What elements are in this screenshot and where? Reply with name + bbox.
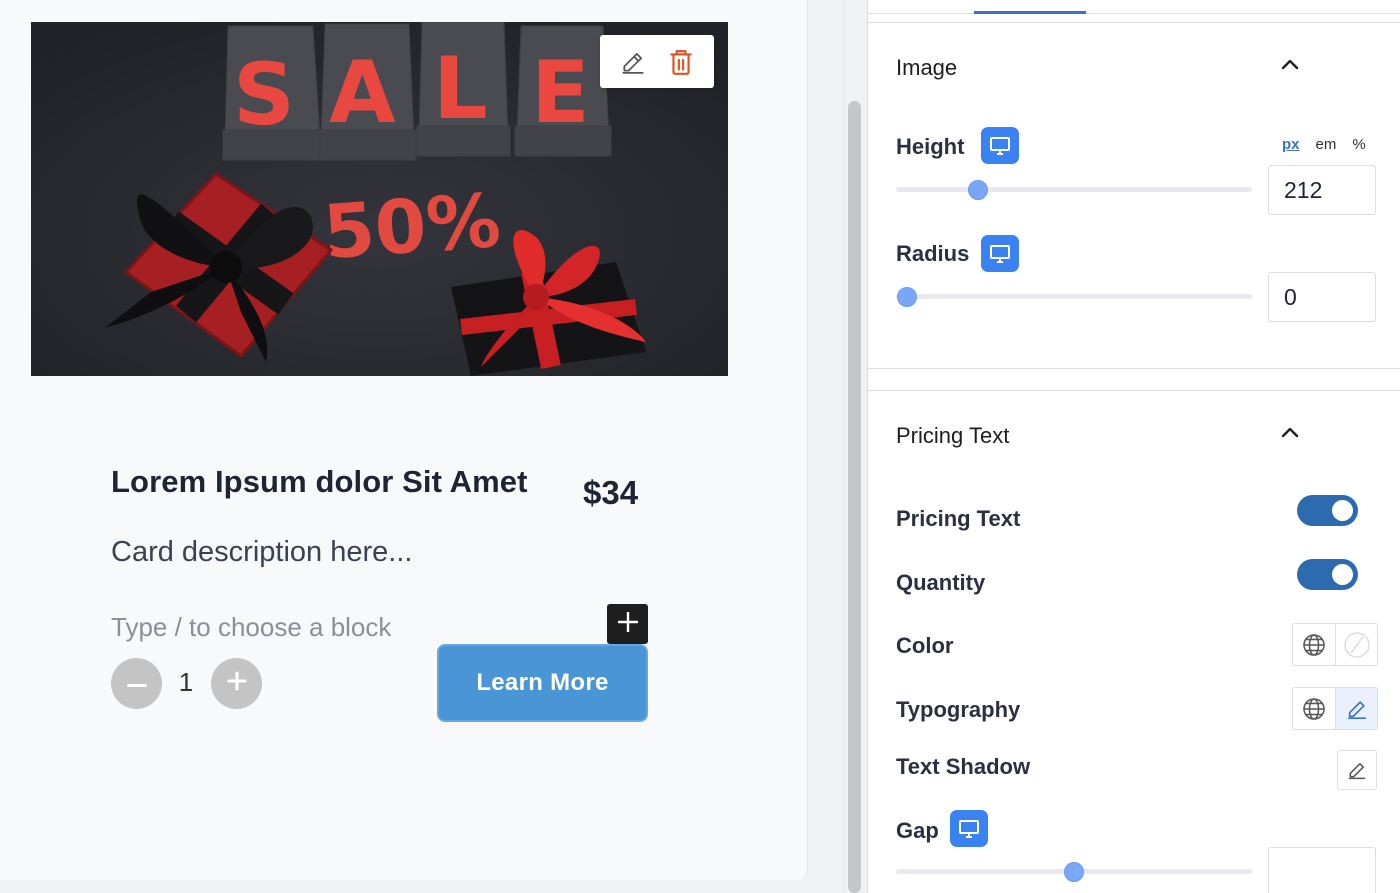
no-color-icon[interactable] (1335, 624, 1377, 665)
canvas-scrollbar[interactable] (848, 101, 861, 893)
unit-em[interactable]: em (1316, 136, 1337, 153)
quantity-increase-button[interactable] (211, 658, 262, 709)
svg-text:E: E (531, 43, 590, 143)
height-slider-thumb[interactable] (967, 180, 988, 200)
color-controls (1292, 623, 1378, 666)
panel-divider (868, 368, 1400, 369)
card-price[interactable]: $34 (583, 474, 638, 512)
pencil-icon[interactable] (1337, 750, 1377, 790)
gap-label: Gap (896, 818, 939, 843)
gap-slider-thumb[interactable] (1064, 862, 1084, 882)
gap-input[interactable] (1268, 847, 1376, 893)
pencil-icon[interactable] (1335, 688, 1377, 729)
image-toolbar (600, 35, 714, 88)
radius-slider-thumb[interactable] (896, 287, 917, 307)
svg-text:S: S (233, 45, 295, 145)
card-description[interactable]: Card description here... (111, 536, 412, 569)
active-tab-indicator (974, 11, 1086, 14)
pricing-text-toggle[interactable] (1297, 495, 1358, 526)
chevron-up-icon[interactable] (1279, 421, 1301, 443)
pricing-panel-title[interactable]: Pricing Text (896, 423, 1009, 449)
unit-percent[interactable]: % (1352, 136, 1365, 153)
minus-icon (126, 675, 147, 693)
globe-icon[interactable] (1293, 624, 1335, 665)
typography-controls (1292, 687, 1378, 730)
plus-icon (617, 611, 639, 638)
add-block-button[interactable] (607, 604, 648, 644)
discount-label: 50% (321, 178, 504, 276)
radius-label: Radius (896, 241, 970, 266)
editor-canvas: S A L E 50% Lorem Ipsum dolor Sit Amet $… (0, 0, 808, 880)
svg-text:A: A (329, 43, 396, 143)
panel-divider (868, 22, 1400, 23)
chevron-up-icon[interactable] (1279, 53, 1301, 75)
pricing-text-label: Pricing Text (896, 506, 1021, 531)
settings-sidebar: Image Height px em % 212 Radius 0 Pricin… (867, 0, 1400, 893)
typography-label: Typography (896, 697, 1021, 722)
trash-icon[interactable] (668, 48, 694, 76)
globe-icon[interactable] (1293, 688, 1335, 729)
block-placeholder[interactable]: Type / to choose a block (111, 612, 391, 643)
quantity-label: Quantity (896, 570, 986, 595)
radius-slider[interactable] (896, 294, 1252, 299)
quantity-toggle[interactable] (1297, 559, 1358, 590)
learn-more-button[interactable]: Learn More (437, 644, 648, 722)
quantity-decrease-button[interactable] (111, 658, 162, 709)
desktop-icon[interactable] (981, 127, 1019, 164)
text-shadow-label: Text Shadow (896, 754, 1031, 779)
height-slider[interactable] (896, 187, 1252, 192)
image-panel-title[interactable]: Image (896, 55, 957, 81)
tabs-divider (868, 13, 1400, 14)
height-label: Height (896, 134, 965, 159)
panel-divider (868, 390, 1400, 391)
quantity-value: 1 (178, 667, 194, 697)
plus-icon (227, 671, 247, 696)
unit-px[interactable]: px (1282, 136, 1300, 153)
desktop-icon[interactable] (950, 810, 988, 847)
svg-text:L: L (433, 39, 488, 139)
height-input[interactable]: 212 (1268, 165, 1376, 215)
color-label: Color (896, 633, 954, 658)
card-title[interactable]: Lorem Ipsum dolor Sit Amet (111, 464, 528, 500)
desktop-icon[interactable] (981, 235, 1019, 272)
radius-input[interactable]: 0 (1268, 272, 1376, 322)
unit-switcher: px em % (1282, 136, 1366, 153)
edit-icon[interactable] (620, 49, 646, 75)
